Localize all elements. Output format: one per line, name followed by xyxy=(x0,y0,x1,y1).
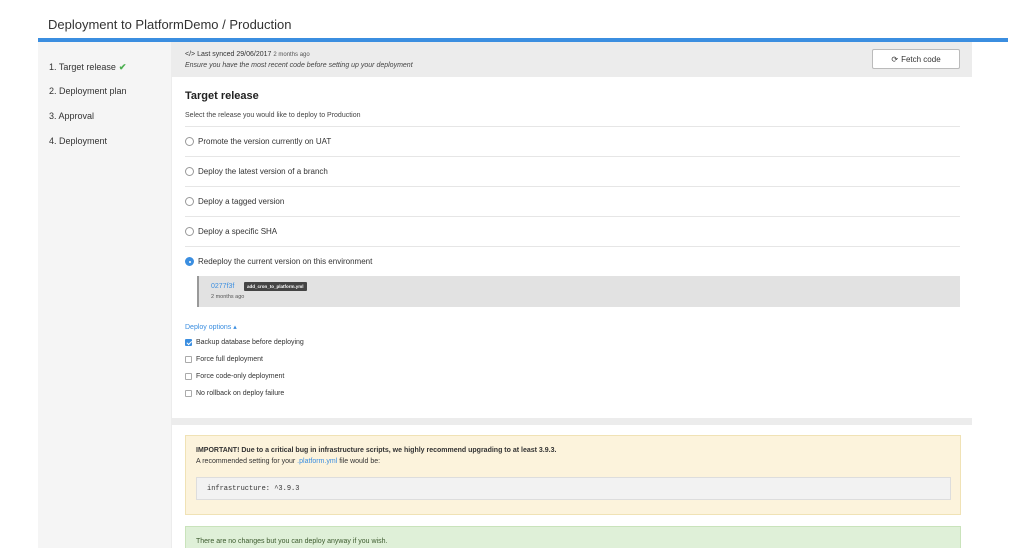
check-icon: ✔ xyxy=(118,62,127,72)
sidebar-step-approval[interactable]: 3. Approval xyxy=(49,111,94,121)
option-label: Backup database before deploying xyxy=(196,339,304,346)
section-subtitle: Select the release you would like to dep… xyxy=(185,112,361,119)
radio-option-specific-sha[interactable]: Deploy a specific SHA xyxy=(185,216,960,246)
radio-button[interactable] xyxy=(185,167,194,176)
section-title: Target release xyxy=(185,90,259,102)
deploy-options-toggle[interactable]: Deploy options ▴ xyxy=(185,323,237,331)
notices-card: IMPORTANT! Due to a critical bug in infr… xyxy=(172,425,972,548)
radio-button[interactable] xyxy=(185,137,194,146)
radio-option-promote-uat[interactable]: Promote the version currently on UAT xyxy=(185,126,960,156)
option-no-rollback[interactable]: No rollback on deploy failure xyxy=(185,390,284,397)
option-label: Force code-only deployment xyxy=(196,373,285,380)
sidebar-step-deployment[interactable]: 4. Deployment xyxy=(49,136,107,146)
sync-hint: Ensure you have the most recent code bef… xyxy=(185,62,413,69)
radio-label: Deploy a specific SHA xyxy=(198,227,278,236)
warning-sub-suffix: file would be: xyxy=(339,458,381,465)
option-force-code-only[interactable]: Force code-only deployment xyxy=(185,373,284,380)
refresh-icon: ⟳ xyxy=(891,54,899,64)
warning-subtitle: A recommended setting for your .platform… xyxy=(196,458,380,465)
radio-label: Deploy the latest version of a branch xyxy=(198,167,328,176)
checkbox-checked[interactable] xyxy=(185,339,192,346)
sidebar-step-deployment-plan[interactable]: 2. Deployment plan xyxy=(49,86,127,96)
radio-button-selected[interactable] xyxy=(185,257,194,266)
checkbox[interactable] xyxy=(185,373,192,380)
sidebar-step-label: 3. Approval xyxy=(49,111,95,121)
sidebar-step-label: 1. Target release xyxy=(49,62,116,72)
radio-label: Deploy a tagged version xyxy=(198,197,285,206)
option-backup-database[interactable]: Backup database before deploying xyxy=(185,339,304,346)
option-force-full-deployment[interactable]: Force full deployment xyxy=(185,356,263,363)
warning-notice: IMPORTANT! Due to a critical bug in infr… xyxy=(185,435,961,515)
fetch-code-label: Fetch code xyxy=(901,54,941,64)
target-release-card: Target release Select the release you wo… xyxy=(172,77,972,418)
sync-status: </> Last synced 29/06/2017 2 months ago xyxy=(185,51,310,58)
sidebar-step-label: 4. Deployment xyxy=(49,136,108,146)
status-text: There are no changes but you can deploy … xyxy=(196,538,388,545)
code-icon: </> xyxy=(185,51,196,58)
warning-title: IMPORTANT! Due to a critical bug in infr… xyxy=(196,447,557,454)
checkbox[interactable] xyxy=(185,390,192,397)
radio-label: Promote the version currently on UAT xyxy=(198,137,332,146)
option-label: Force full deployment xyxy=(196,356,263,363)
radio-option-latest-branch[interactable]: Deploy the latest version of a branch xyxy=(185,156,960,186)
fetch-code-button[interactable]: ⟳ Fetch code xyxy=(872,49,960,69)
checkbox[interactable] xyxy=(185,356,192,363)
sync-bar: </> Last synced 29/06/2017 2 months ago … xyxy=(171,42,972,76)
commit-info: 0277f3f add_cron_to_platform.yml 2 month… xyxy=(197,276,960,307)
radio-option-tagged-version[interactable]: Deploy a tagged version xyxy=(185,186,960,216)
option-label: No rollback on deploy failure xyxy=(196,390,285,397)
sidebar-step-target-release[interactable]: 1. Target release ✔ xyxy=(49,62,126,73)
sidebar: 1. Target release ✔ 2. Deployment plan 3.… xyxy=(38,42,171,548)
commit-sha-link[interactable]: 0277f3f xyxy=(211,283,234,290)
radio-label: Redeploy the current version on this env… xyxy=(198,257,373,266)
warning-sub-prefix: A recommended setting for your xyxy=(196,458,296,465)
commit-time: 2 months ago xyxy=(211,294,245,300)
page-title: Deployment to PlatformDemo / Production xyxy=(48,17,292,32)
sync-text: Last synced 29/06/2017 xyxy=(197,51,272,58)
radio-option-redeploy-current[interactable]: Redeploy the current version on this env… xyxy=(185,246,960,276)
code-snippet: infrastructure: ^3.9.3 xyxy=(196,477,951,500)
status-notice: There are no changes but you can deploy … xyxy=(185,526,961,548)
radio-button[interactable] xyxy=(185,197,194,206)
sync-ago: 2 months ago xyxy=(273,52,310,58)
radio-button[interactable] xyxy=(185,227,194,236)
sidebar-step-label: 2. Deployment plan xyxy=(49,86,127,96)
commit-tag-badge: add_cron_to_platform.yml xyxy=(244,282,307,291)
platform-file-link[interactable]: .platform.yml xyxy=(297,458,337,465)
